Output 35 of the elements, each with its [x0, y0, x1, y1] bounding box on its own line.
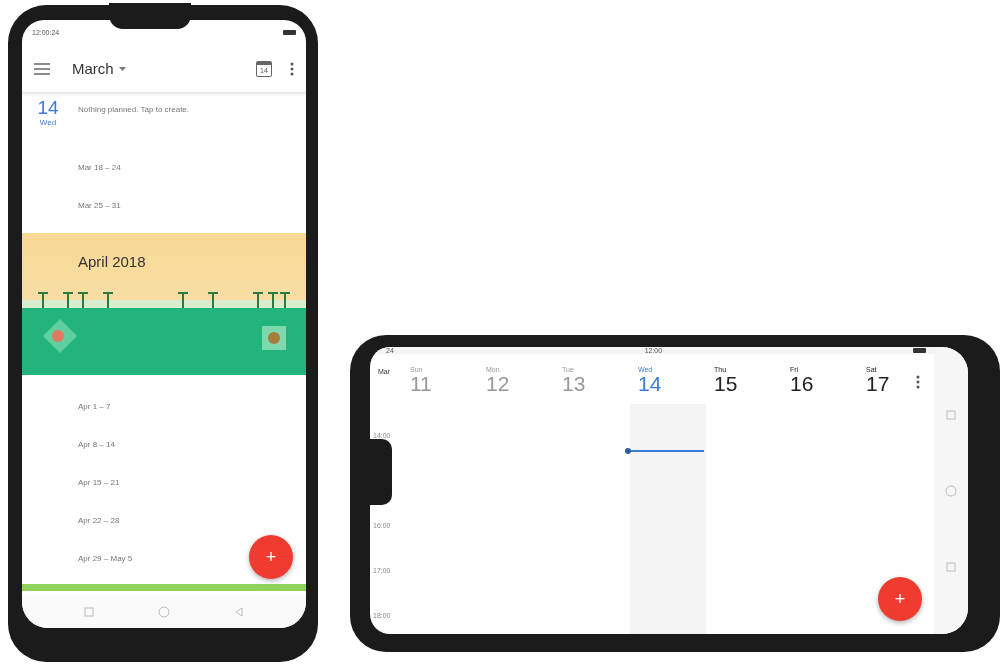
day-number: 13 [562, 373, 586, 395]
more-icon [290, 61, 294, 76]
today-date: 14 [37, 98, 59, 118]
day-number: 17 [866, 373, 890, 395]
day-number: 14 [638, 373, 662, 395]
month-dropdown[interactable]: March [72, 60, 126, 77]
week-range[interactable]: Apr 29 – May 5 [78, 553, 133, 563]
banner-title: April 2018 [78, 253, 147, 270]
week-range[interactable]: Apr 15 – 21 [78, 477, 120, 487]
empty-day-message[interactable]: Nothing planned. Tap to create. [78, 105, 190, 114]
square-nav-icon[interactable] [84, 606, 94, 617]
menu-button[interactable] [34, 62, 50, 75]
day-number: 16 [790, 373, 814, 395]
caret-icon [118, 66, 126, 71]
week-range[interactable]: Mar 18 – 24 [78, 162, 121, 172]
more-icon [916, 375, 920, 389]
square-nav-icon[interactable] [946, 409, 956, 420]
back-triangle-icon[interactable] [234, 606, 244, 617]
battery-icon [283, 30, 296, 35]
week-range[interactable]: Apr 1 – 7 [78, 401, 111, 411]
day-number: 12 [486, 373, 510, 395]
home-circle-icon[interactable] [945, 484, 957, 497]
week-range[interactable]: Apr 8 – 14 [78, 439, 115, 449]
day-number: 15 [714, 373, 738, 395]
battery-icon [913, 348, 926, 353]
menu-icon [34, 62, 50, 75]
display-notch [370, 439, 392, 505]
home-circle-icon[interactable] [158, 605, 170, 618]
week-range[interactable]: Mar 25 – 31 [78, 200, 121, 210]
today-weekday: Wed [39, 118, 57, 127]
add-event-button[interactable]: + [249, 535, 293, 579]
week-range[interactable]: Apr 22 – 28 [78, 515, 120, 525]
day-number: 11 [410, 373, 432, 395]
more-button[interactable] [290, 61, 294, 76]
square-nav-icon[interactable] [946, 561, 956, 572]
